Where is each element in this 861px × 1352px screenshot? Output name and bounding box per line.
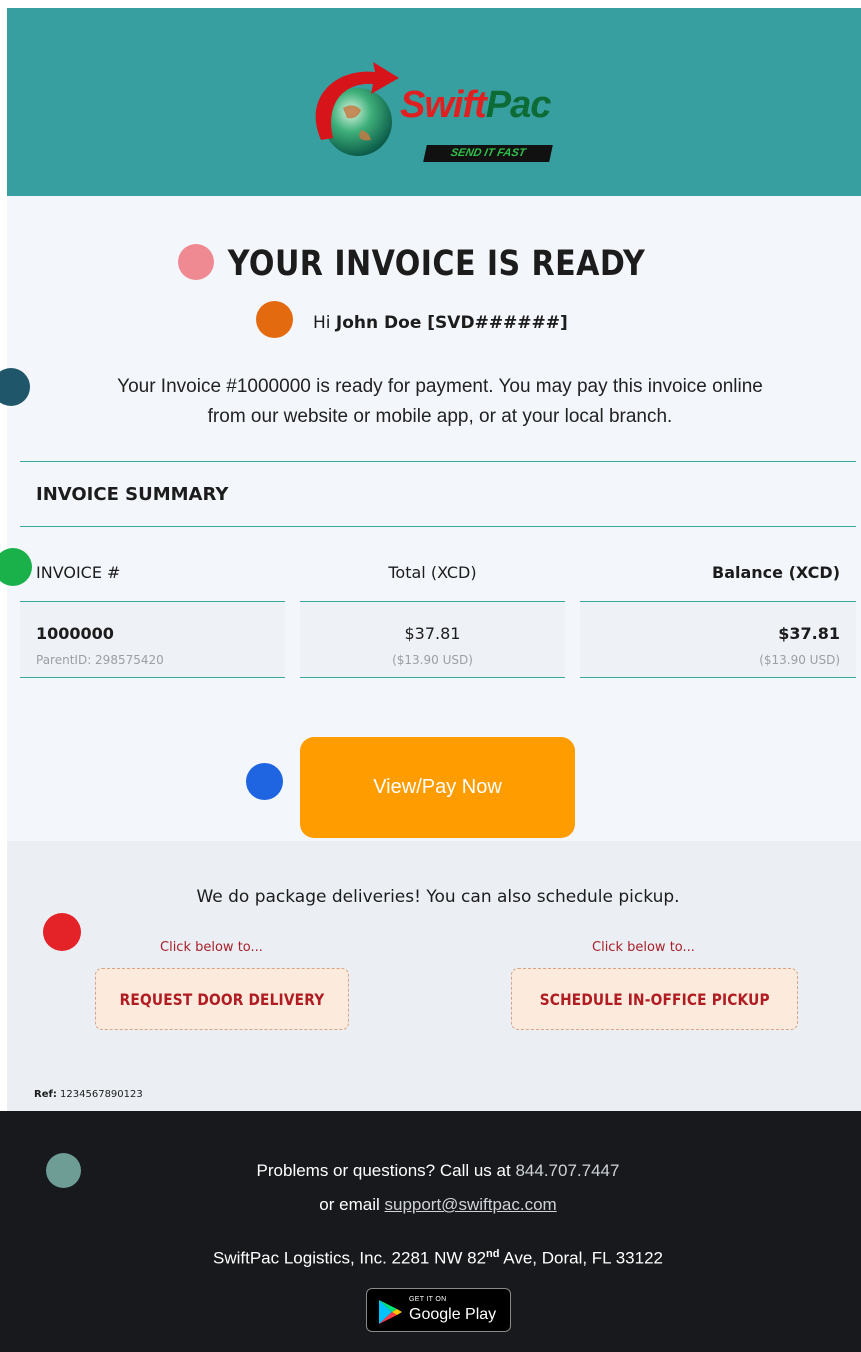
intro-line-1: Your Invoice #1000000 is ready for payme… xyxy=(117,376,763,397)
greeting-prefix: Hi xyxy=(313,313,331,333)
logo-tagline: SEND IT FAST xyxy=(423,145,553,162)
divider xyxy=(20,526,856,527)
total-amount: $37.81 xyxy=(404,624,461,643)
reference: Ref: 1234567890123 xyxy=(34,1089,143,1100)
balance-cell: $37.81 ($13.90 USD) xyxy=(580,601,856,678)
page-title: YOUR INVOICE IS READY xyxy=(227,244,646,284)
phone-number[interactable]: 844.707.7447 xyxy=(515,1161,619,1180)
email-header: SwiftPac SEND IT FAST xyxy=(7,8,861,196)
greeting: Hi John Doe [SVD######] xyxy=(313,313,568,333)
schedule-pickup-label: SCHEDULE IN-OFFICE PICKUP xyxy=(539,989,770,1009)
column-header-invoice: INVOICE # xyxy=(36,563,121,582)
google-play-badge[interactable]: GET IT ON Google Play xyxy=(366,1288,511,1332)
marker-dot-blue xyxy=(246,763,283,800)
logo-name: SwiftPac xyxy=(400,84,552,126)
support-email-link[interactable]: support@swiftpac.com xyxy=(384,1195,556,1214)
column-header-total: Total (XCD) xyxy=(388,563,477,582)
contact-phone-line: Problems or questions? Call us at 844.70… xyxy=(0,1161,861,1181)
invoice-number: 1000000 xyxy=(36,624,114,643)
problems-text: Problems or questions? Call us at xyxy=(256,1161,511,1180)
request-door-delivery-button[interactable]: REQUEST DOOR DELIVERY xyxy=(95,968,349,1030)
request-door-delivery-label: REQUEST DOOR DELIVERY xyxy=(119,989,325,1009)
parent-id: ParentID: 298575420 xyxy=(36,653,164,667)
google-play-text: Google Play xyxy=(409,1306,497,1323)
company-address: SwiftPac Logistics, Inc. 2281 NW 82nd Av… xyxy=(0,1248,861,1269)
address-start: SwiftPac Logistics, Inc. 2281 NW 82 xyxy=(212,1248,487,1268)
total-usd: ($13.90 USD) xyxy=(392,653,473,667)
address-end: Ave, Doral, FL 33122 xyxy=(503,1248,664,1268)
swiftpac-logo: SwiftPac SEND IT FAST xyxy=(303,60,593,170)
marker-dot-orange xyxy=(256,301,293,338)
balance-amount: $37.81 xyxy=(778,624,840,643)
delivery-message: We do package deliveries! You can also s… xyxy=(196,887,680,907)
invoice-intro: Your Invoice #1000000 is ready for payme… xyxy=(40,372,840,432)
google-play-icon xyxy=(379,1300,402,1324)
contact-email-line: or email support@swiftpac.com xyxy=(0,1195,861,1215)
view-pay-now-button[interactable]: View/Pay Now xyxy=(300,737,575,838)
reference-number: 1234567890123 xyxy=(60,1089,143,1100)
logo-wordmark: SwiftPac xyxy=(400,84,552,127)
balance-usd: ($13.90 USD) xyxy=(759,653,840,667)
intro-line-2: from our website or mobile app, or at yo… xyxy=(207,406,673,427)
column-header-balance: Balance (XCD) xyxy=(712,563,840,582)
total-cell: $37.81 ($13.90 USD) xyxy=(300,601,565,678)
invoice-number-cell: 1000000 ParentID: 298575420 xyxy=(20,601,285,678)
invoice-summary-title: INVOICE SUMMARY xyxy=(36,484,229,505)
schedule-pickup-button[interactable]: SCHEDULE IN-OFFICE PICKUP xyxy=(511,968,798,1030)
address-suffix: nd xyxy=(486,1248,500,1260)
click-below-left: Click below to... xyxy=(160,940,263,955)
logo-name-suffix: Pac xyxy=(485,84,552,126)
email-prefix: or email xyxy=(319,1195,380,1214)
reference-label: Ref: xyxy=(34,1089,57,1100)
globe-icon xyxy=(315,62,399,156)
marker-dot-red xyxy=(43,913,81,951)
google-play-small-text: GET IT ON xyxy=(409,1296,447,1303)
customer-name: John Doe [SVD######] xyxy=(335,313,568,333)
click-below-right: Click below to... xyxy=(592,940,695,955)
divider xyxy=(20,461,856,462)
